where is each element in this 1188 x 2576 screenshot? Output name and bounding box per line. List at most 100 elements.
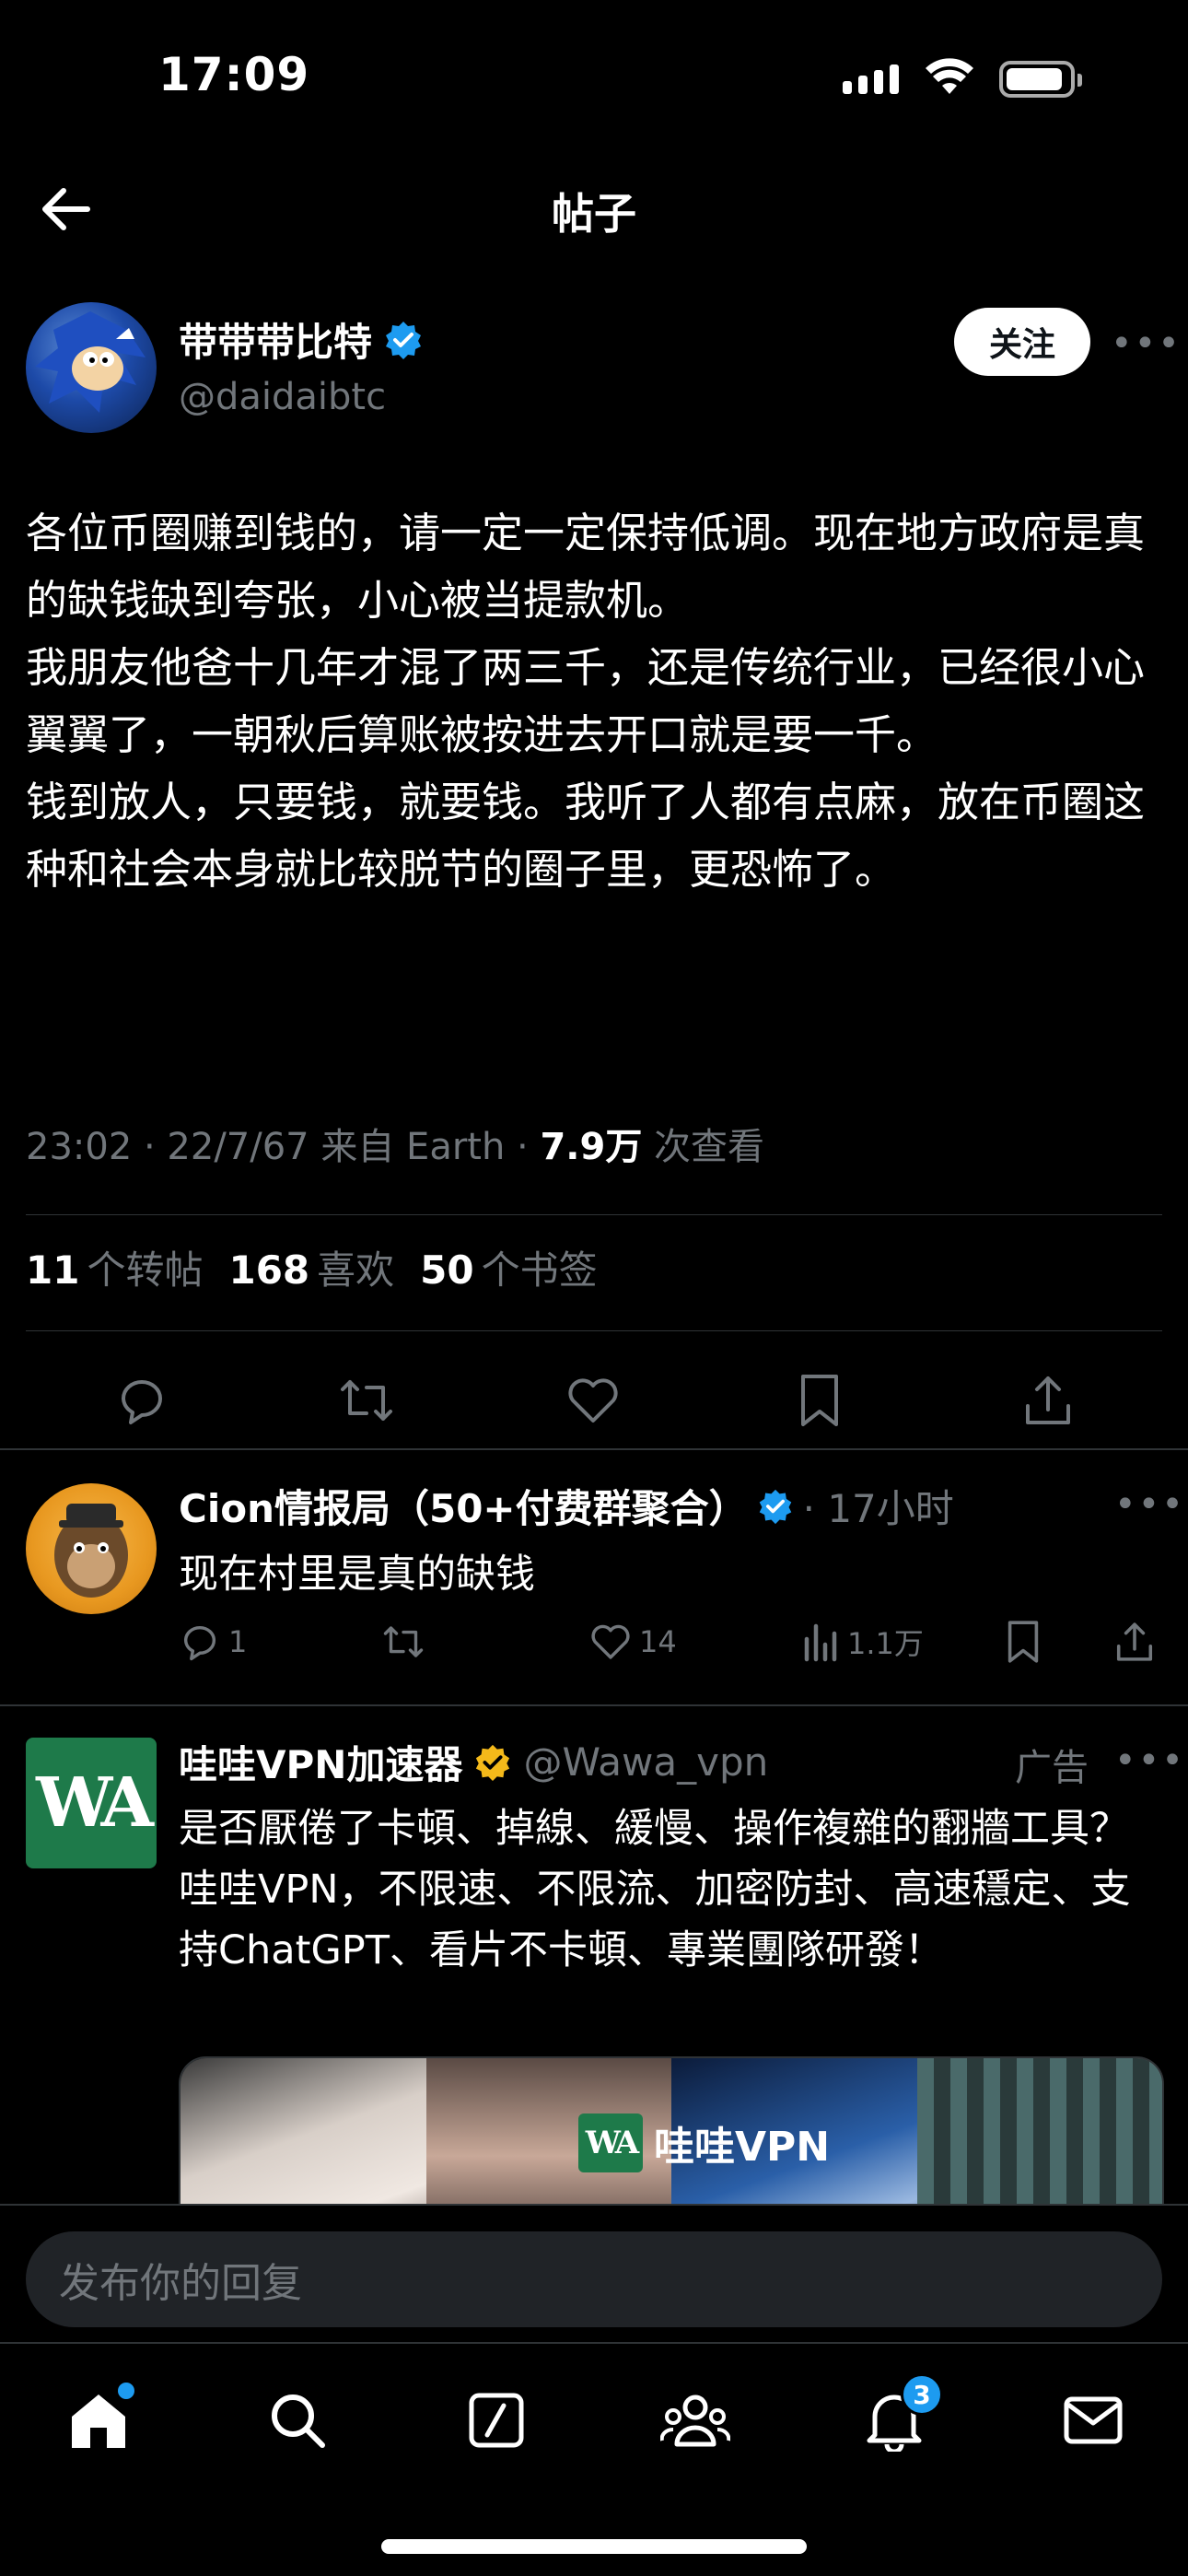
reply-item[interactable]: Cion情报局（50+付费群聚合） · 17小时 ••• 现在村里是真的缺钱 1… [0,1450,1188,1699]
ad-media-brand: WA 哇哇VPN [578,2113,830,2172]
mail-icon [1064,2396,1123,2444]
ape-avatar-image [54,1504,128,1598]
reposts-count: 11 [26,1247,80,1293]
post-body-line: 钱到放人，只要钱，就要钱。我听了人都有点麻，放在币圈这种和社会本身就比较脱节的圈… [26,778,1146,894]
reply-button[interactable] [112,1371,171,1430]
heart-icon [591,1624,630,1659]
more-options-icon[interactable]: ••• [1111,322,1182,365]
repost-icon [341,1380,392,1421]
reply-icon [183,1625,216,1661]
likes-label: 喜欢 [317,1247,395,1293]
heart-icon [568,1378,618,1423]
cellular-signal-icon [843,64,899,94]
like-button[interactable] [564,1371,623,1430]
ad-body-line: 是否厭倦了卡頓、掉線、緩慢、操作複雜的翻牆工具？ [179,1806,1129,1852]
ad-label: 广告 [1015,1747,1089,1789]
more-options-icon[interactable]: ••• [1114,1739,1185,1782]
post-timestamp[interactable]: 23:02 · 22/7/67 来自 Earth · [26,1126,540,1168]
post-views-label: 次查看 [642,1126,765,1168]
reposts-label: 个转帖 [87,1247,204,1293]
reposts-stat[interactable]: 11 个转帖 [26,1239,203,1295]
views-chart-icon [804,1623,837,1662]
author-handle[interactable]: @daidaibtc [179,376,386,418]
reply-icon [122,1380,162,1424]
reply-time: · 17小时 [802,1486,954,1531]
ad-author-handle[interactable]: @Wawa_vpn [523,1739,768,1785]
post-body-line: 各位币圈赚到钱的，请一定一定保持低调。现在地方政府是真的缺钱缺到夸张，小心被当提… [26,509,1146,625]
page-title: 帖子 [552,189,636,239]
author-name-text: 带带带比特 [179,320,373,365]
wifi-icon [926,58,973,94]
post-body: 各位币圈赚到钱的，请一定一定保持低调。现在地方政府是真的缺钱缺到夸张，小心被当提… [26,499,1149,903]
home-icon [72,2395,125,2448]
share-button[interactable] [1019,1371,1077,1430]
search-icon [272,2395,325,2448]
top-nav: 帖子 [0,157,1188,267]
reply-views-button[interactable]: 1.1万 [801,1616,924,1668]
post-body-line: 我朋友他爸十几年才混了两三千，还是传统行业，已经很小心翼翼了，一朝秋后算账被按进… [26,643,1146,759]
sonic-avatar-image [35,311,146,413]
reply-share-button[interactable] [1114,1616,1155,1668]
reply-header: Cion情报局（50+付费群聚合） · 17小时 [179,1478,954,1534]
promoted-post[interactable]: WA 哇哇VPN加速器 @Wawa_vpn 广告 ••• 是否厭倦了卡頓、掉線、… [0,1706,1188,2204]
ad-body: 是否厭倦了卡頓、掉線、緩慢、操作複雜的翻牆工具？ 哇哇VPN，不限速、不限流、加… [179,1798,1164,1981]
share-icon [1026,1376,1070,1424]
ad-body-line: 哇哇VPN，不限速、不限流、加密防封、高速穩定、支持ChatGPT、看片不卡頓、… [179,1867,1131,1973]
tab-messages[interactable] [1052,2379,1135,2462]
tab-grok[interactable] [455,2379,538,2462]
home-unread-dot [118,2383,134,2399]
ad-author-name[interactable]: 哇哇VPN加速器 [179,1734,462,1790]
reply-views-count: 1.1万 [847,1626,924,1661]
status-bar: 17:09 [0,0,1188,157]
ad-media-brand-text: 哇哇VPN [654,2124,831,2171]
reply-composer-bar: 发布你的回复 [0,2204,1188,2342]
ad-media-logo: WA [578,2113,643,2172]
divider [26,1214,1162,1215]
communities-icon [660,2395,730,2447]
tab-search[interactable] [256,2379,339,2462]
post-stats: 11 个转帖 168 喜欢 50 个书签 [26,1239,598,1295]
reply-text: 现在村里是真的缺钱 [179,1551,535,1598]
post-views-count: 7.9万 [540,1126,643,1168]
home-indicator [381,2539,807,2554]
reply-input[interactable]: 发布你的回复 [26,2231,1162,2327]
share-icon [1116,1622,1153,1661]
verified-gold-badge-icon [476,1744,510,1781]
reply-action-bar: 1 14 1.1万 [179,1616,1164,1671]
bookmark-icon [1007,1621,1039,1663]
reply-reply-button[interactable]: 1 [179,1616,247,1668]
follow-button[interactable]: 关注 [954,308,1090,376]
reply-likes-count: 14 [639,1624,677,1659]
reply-author-name[interactable]: Cion情报局（50+付费群聚合） [179,1478,748,1534]
verified-badge-icon [386,321,422,359]
repost-icon [383,1626,424,1657]
reply-bookmark-button[interactable] [1004,1616,1042,1668]
reply-repost-button[interactable] [381,1616,425,1668]
avatar[interactable] [26,302,157,433]
avatar[interactable]: WA [26,1738,157,1868]
more-options-icon[interactable]: ••• [1114,1483,1185,1526]
bookmark-icon [801,1375,838,1426]
ad-header: 哇哇VPN加速器 @Wawa_vpn [179,1734,768,1790]
reply-replies-count: 1 [228,1624,248,1659]
bookmark-button[interactable] [790,1371,849,1430]
bookmarks-count: 50 [420,1247,474,1293]
post-meta: 23:02 · 22/7/67 来自 Earth · 7.9万 次查看 [26,1117,764,1170]
tab-communities[interactable] [654,2379,737,2462]
tab-home[interactable] [57,2379,140,2462]
tab-notifications[interactable]: 3 [853,2373,943,2462]
bookmarks-label: 个书签 [481,1247,598,1293]
notifications-badge: 3 [901,2373,943,2416]
avatar[interactable] [26,1483,157,1614]
post-action-bar [0,1364,1188,1437]
battery-icon [999,61,1082,98]
likes-count: 168 [228,1247,310,1293]
author-name[interactable]: 带带带比特 [179,311,424,368]
likes-stat[interactable]: 168 喜欢 [228,1239,394,1295]
bookmarks-stat[interactable]: 50 个书签 [420,1239,597,1295]
verified-badge-icon [759,1489,791,1524]
repost-button[interactable] [337,1371,396,1430]
status-time: 17:09 [158,48,310,101]
reply-like-button[interactable]: 14 [589,1616,677,1668]
divider [26,1330,1162,1331]
